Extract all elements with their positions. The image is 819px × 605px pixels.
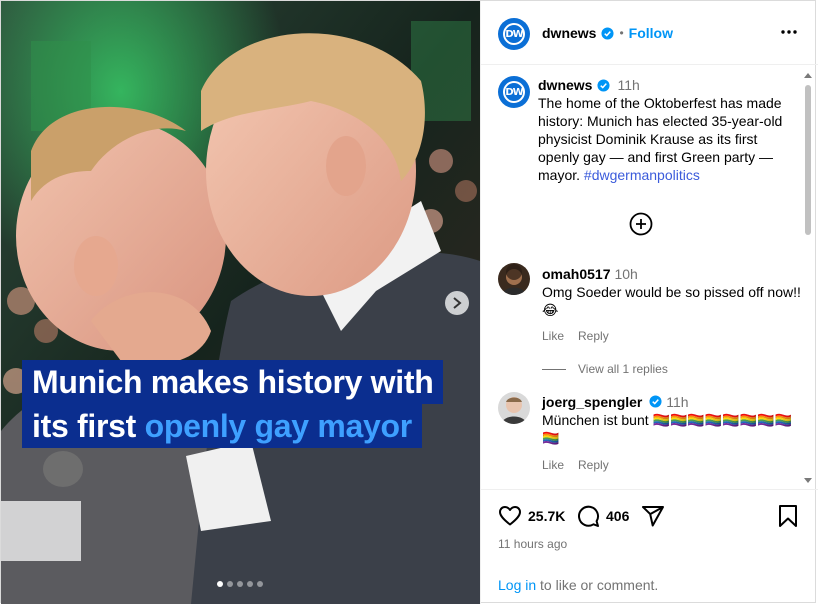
- comment-username[interactable]: omah0517: [542, 266, 610, 282]
- comment-1-actions: Like Reply: [542, 329, 623, 343]
- share-send-icon: [642, 506, 664, 527]
- post-caption: dwnews 11h The home of the Oktoberfest h…: [538, 76, 800, 184]
- view-replies-label: View all 1 replies: [578, 362, 668, 376]
- scrollbar-thumb[interactable]: [805, 85, 811, 235]
- save-action[interactable]: [778, 504, 798, 528]
- carousel-dot: [247, 581, 253, 587]
- comment-count: 406: [606, 508, 630, 524]
- comment-time: 11h: [666, 394, 689, 410]
- comment-bubble-icon: [578, 505, 600, 527]
- caption-hashtag[interactable]: #dwgermanpolitics: [584, 167, 700, 183]
- comment-username[interactable]: joerg_spengler: [542, 394, 642, 410]
- comment-reply-button[interactable]: Reply: [578, 329, 609, 343]
- post-timestamp: 11 hours ago: [498, 537, 568, 551]
- carousel-dot: [257, 581, 263, 587]
- commenter-avatar[interactable]: [498, 392, 530, 424]
- commenter-avatar[interactable]: [498, 263, 530, 295]
- post-media[interactable]: Munich makes history with its first open…: [1, 1, 480, 604]
- dw-logo-icon: DW: [503, 23, 525, 45]
- scroll-up-icon[interactable]: [804, 73, 812, 78]
- comments-scrollbar[interactable]: [803, 69, 813, 485]
- login-prompt: Log in to like or comment.: [498, 577, 658, 593]
- instagram-post: Munich makes history with its first open…: [0, 0, 818, 604]
- like-action[interactable]: 25.7K: [498, 504, 565, 528]
- carousel-dot: [227, 581, 233, 587]
- comment-2: joerg_spengler 11h München ist bunt 🏳️‍🌈…: [542, 393, 802, 447]
- comment-2-actions: Like Reply: [542, 458, 623, 472]
- headline-line-2-prefix: its first: [32, 408, 136, 444]
- caption-avatar[interactable]: DW: [498, 76, 530, 108]
- post-photo: [1, 1, 480, 604]
- caption-header: dwnews 11h: [538, 76, 800, 94]
- more-options-icon: [781, 30, 797, 34]
- add-comment-plus-icon[interactable]: [629, 212, 653, 236]
- verified-badge-icon: [601, 26, 615, 40]
- comment-action[interactable]: 406: [576, 504, 629, 528]
- comment-1: omah0517 10h Omg Soeder would be so pisse…: [542, 265, 802, 319]
- caption-text-block: The home of the Oktoberfest has made his…: [538, 94, 800, 184]
- verified-badge-icon: [649, 395, 662, 408]
- next-slide-icon: [453, 297, 462, 309]
- comment-reply-button[interactable]: Reply: [578, 458, 609, 472]
- view-replies-button[interactable]: View all 1 replies: [542, 362, 668, 376]
- header-username[interactable]: dwnews: [542, 25, 596, 41]
- header-separator: •: [619, 26, 624, 40]
- headline-line-1: Munich makes history with: [22, 360, 444, 404]
- carousel-indicators: [217, 581, 263, 587]
- caption-username[interactable]: dwnews: [538, 76, 592, 94]
- bookmark-icon: [779, 505, 797, 527]
- headline-accent: openly gay mayor: [144, 408, 413, 444]
- next-slide-button[interactable]: [445, 291, 469, 315]
- follow-button[interactable]: Follow: [629, 25, 673, 41]
- share-action[interactable]: [641, 504, 665, 528]
- post-header: DW dwnews • Follow: [481, 1, 818, 65]
- header-account-line: dwnews • Follow: [542, 25, 673, 41]
- carousel-dot: [237, 581, 243, 587]
- comment-text: München ist bunt 🏳️‍🌈🏳️‍🌈🏳️‍🌈🏳️‍🌈🏳️‍🌈🏳️‍…: [542, 412, 792, 446]
- post-headline: Munich makes history with its first open…: [22, 360, 444, 448]
- post-actions: 25.7K 406 11 hours ago Log in to like or…: [481, 489, 818, 604]
- caption-time: 11h: [617, 77, 640, 93]
- scroll-down-icon[interactable]: [804, 478, 812, 483]
- dw-logo-icon: DW: [503, 81, 525, 103]
- login-link[interactable]: Log in: [498, 577, 536, 593]
- login-prompt-suffix: to like or comment.: [536, 577, 659, 593]
- like-count: 25.7K: [528, 508, 566, 524]
- post-side-panel: DW dwnews • Follow DW dwnews 11h The hom…: [480, 1, 818, 604]
- heart-icon: [499, 506, 521, 526]
- comments-section[interactable]: DW dwnews 11h The home of the Oktoberfes…: [481, 66, 818, 486]
- account-avatar[interactable]: DW: [498, 18, 530, 50]
- avatar-image: [498, 263, 530, 295]
- comment-like-button[interactable]: Like: [542, 329, 564, 343]
- more-options-button[interactable]: [780, 23, 798, 41]
- headline-line-2: its first openly gay mayor: [22, 404, 422, 448]
- avatar-image: [498, 392, 530, 424]
- comment-text: Omg Soeder would be so pissed off now!! …: [542, 284, 801, 318]
- carousel-dot: [217, 581, 223, 587]
- replies-rule: [542, 368, 566, 370]
- comment-like-button[interactable]: Like: [542, 458, 564, 472]
- comment-time: 10h: [614, 266, 638, 282]
- verified-badge-icon: [597, 78, 611, 92]
